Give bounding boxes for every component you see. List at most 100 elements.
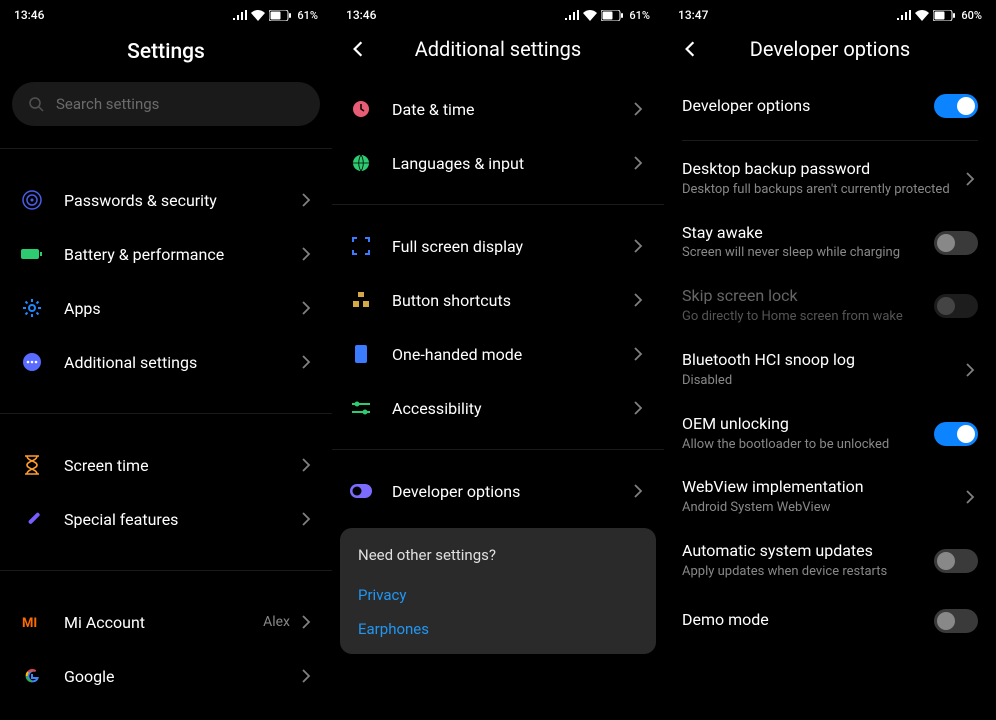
row-webview-implementation[interactable]: WebView implementation Android System We… [664,465,996,529]
row-label: Battery & performance [64,245,298,264]
row-bluetooth-hci-snoop-log[interactable]: Bluetooth HCI snoop log Disabled [664,338,996,402]
status-time: 13:47 [678,8,708,22]
row-stay-awake[interactable]: Stay awake Screen will never sleep while… [664,211,996,275]
row-subtitle: Apply updates when device restarts [682,564,924,581]
shield-icon [18,186,46,214]
row-label: Mi Account [64,613,263,632]
chevron-right-icon [298,354,314,370]
status-time: 13:46 [14,8,44,22]
page-title: Settings [0,26,332,82]
row-google[interactable]: Google [0,649,332,703]
chevron-right-icon [298,246,314,262]
link-earphones[interactable]: Earphones [358,612,638,646]
battery-icon [933,10,955,21]
status-icons: 61% [233,9,318,22]
chevron-right-icon [630,238,646,254]
row-subtitle: Disabled [682,373,952,390]
row-developer-options[interactable]: Developer options [332,464,664,518]
chevron-right-icon [630,346,646,362]
row-label: Passwords & security [64,191,298,210]
row-label: Accessibility [392,399,630,418]
row-battery-performance[interactable]: Battery & performance [0,227,332,281]
signal-icon [565,10,579,20]
toggle-oem-unlocking[interactable] [934,422,978,446]
row-oem-unlocking[interactable]: OEM unlocking Allow the bootloader to be… [664,402,996,466]
fullscreen-icon [350,235,372,257]
status-bar: 13:46 61% [0,0,332,26]
row-subtitle: Allow the bootloader to be unlocked [682,437,924,454]
row-languages-input[interactable]: Languages & input [332,136,664,190]
row-skip-screen-lock: Skip screen lock Go directly to Home scr… [664,274,996,338]
row-accessibility[interactable]: Accessibility [332,381,664,435]
row-title: Desktop backup password [682,159,952,180]
row-label: Screen time [64,456,298,475]
row-subtitle: Android System WebView [682,500,952,517]
toggle-icon [350,480,372,502]
row-title: WebView implementation [682,477,952,498]
row-label: Full screen display [392,237,630,256]
row-demo-mode[interactable]: Demo mode [664,593,996,649]
screen-settings: 13:46 61% Settings Search settings Passw… [0,0,332,720]
row-special-features[interactable]: Special features [0,492,332,546]
row-label: Google [64,667,298,686]
wand-icon [18,505,46,533]
row-full-screen-display[interactable]: Full screen display [332,219,664,273]
toggle-stay-awake[interactable] [934,231,978,255]
signal-icon [233,10,247,20]
google-logo-icon [18,662,46,690]
row-passwords-security[interactable]: Passwords & security [0,173,332,227]
row-label: Additional settings [64,353,298,372]
chevron-right-icon [298,668,314,684]
chevron-right-icon [630,483,646,499]
status-bar: 13:47 60% [664,0,996,26]
row-screen-time[interactable]: Screen time [0,438,332,492]
chevron-right-icon [962,489,978,505]
hourglass-icon [18,451,46,479]
row-mi-account[interactable]: MI Mi Account Alex [0,595,332,649]
wifi-icon [583,10,597,21]
shortcuts-icon [350,289,372,311]
row-title: Demo mode [682,610,924,631]
row-label: One-handed mode [392,345,630,364]
status-bar: 13:46 61% [332,0,664,26]
row-additional-settings[interactable]: Additional settings [0,335,332,389]
status-icons: 60% [897,9,982,22]
row-button-shortcuts[interactable]: Button shortcuts [332,273,664,327]
row-title: OEM unlocking [682,414,924,435]
chevron-left-icon [681,40,699,58]
sliders-icon [350,397,372,419]
status-battery: 61% [297,9,318,22]
chevron-right-icon [962,171,978,187]
row-label: Languages & input [392,154,630,173]
row-subtitle: Desktop full backups aren't currently pr… [682,182,952,199]
back-button[interactable] [346,37,370,61]
dots-icon [18,348,46,376]
row-one-handed-mode[interactable]: One-handed mode [332,327,664,381]
toggle-developer-options[interactable] [934,94,978,118]
search-icon [28,96,44,112]
search-input[interactable]: Search settings [12,82,320,126]
row-automatic-system-updates[interactable]: Automatic system updates Apply updates w… [664,529,996,593]
signal-icon [897,10,911,20]
battery-icon [18,240,46,268]
toggle-demo-mode[interactable] [934,609,978,633]
status-battery: 61% [629,9,650,22]
toggle-automatic-system-updates[interactable] [934,549,978,573]
row-apps[interactable]: Apps [0,281,332,335]
back-button[interactable] [678,37,702,61]
row-label: Developer options [392,482,630,501]
row-desktop-backup-password[interactable]: Desktop backup password Desktop full bac… [664,147,996,211]
row-developer-options-master[interactable]: Developer options [664,78,996,134]
row-label: Apps [64,299,298,318]
chevron-right-icon [298,511,314,527]
link-privacy[interactable]: Privacy [358,578,638,612]
wifi-icon [915,10,929,21]
row-title: Automatic system updates [682,541,924,562]
toggle-skip-screen-lock [934,294,978,318]
row-title: Bluetooth HCI snoop log [682,350,952,371]
phone-icon [350,343,372,365]
chevron-left-icon [349,40,367,58]
clock-icon [350,98,372,120]
row-date-time[interactable]: Date & time [332,82,664,136]
search-placeholder: Search settings [56,95,159,113]
